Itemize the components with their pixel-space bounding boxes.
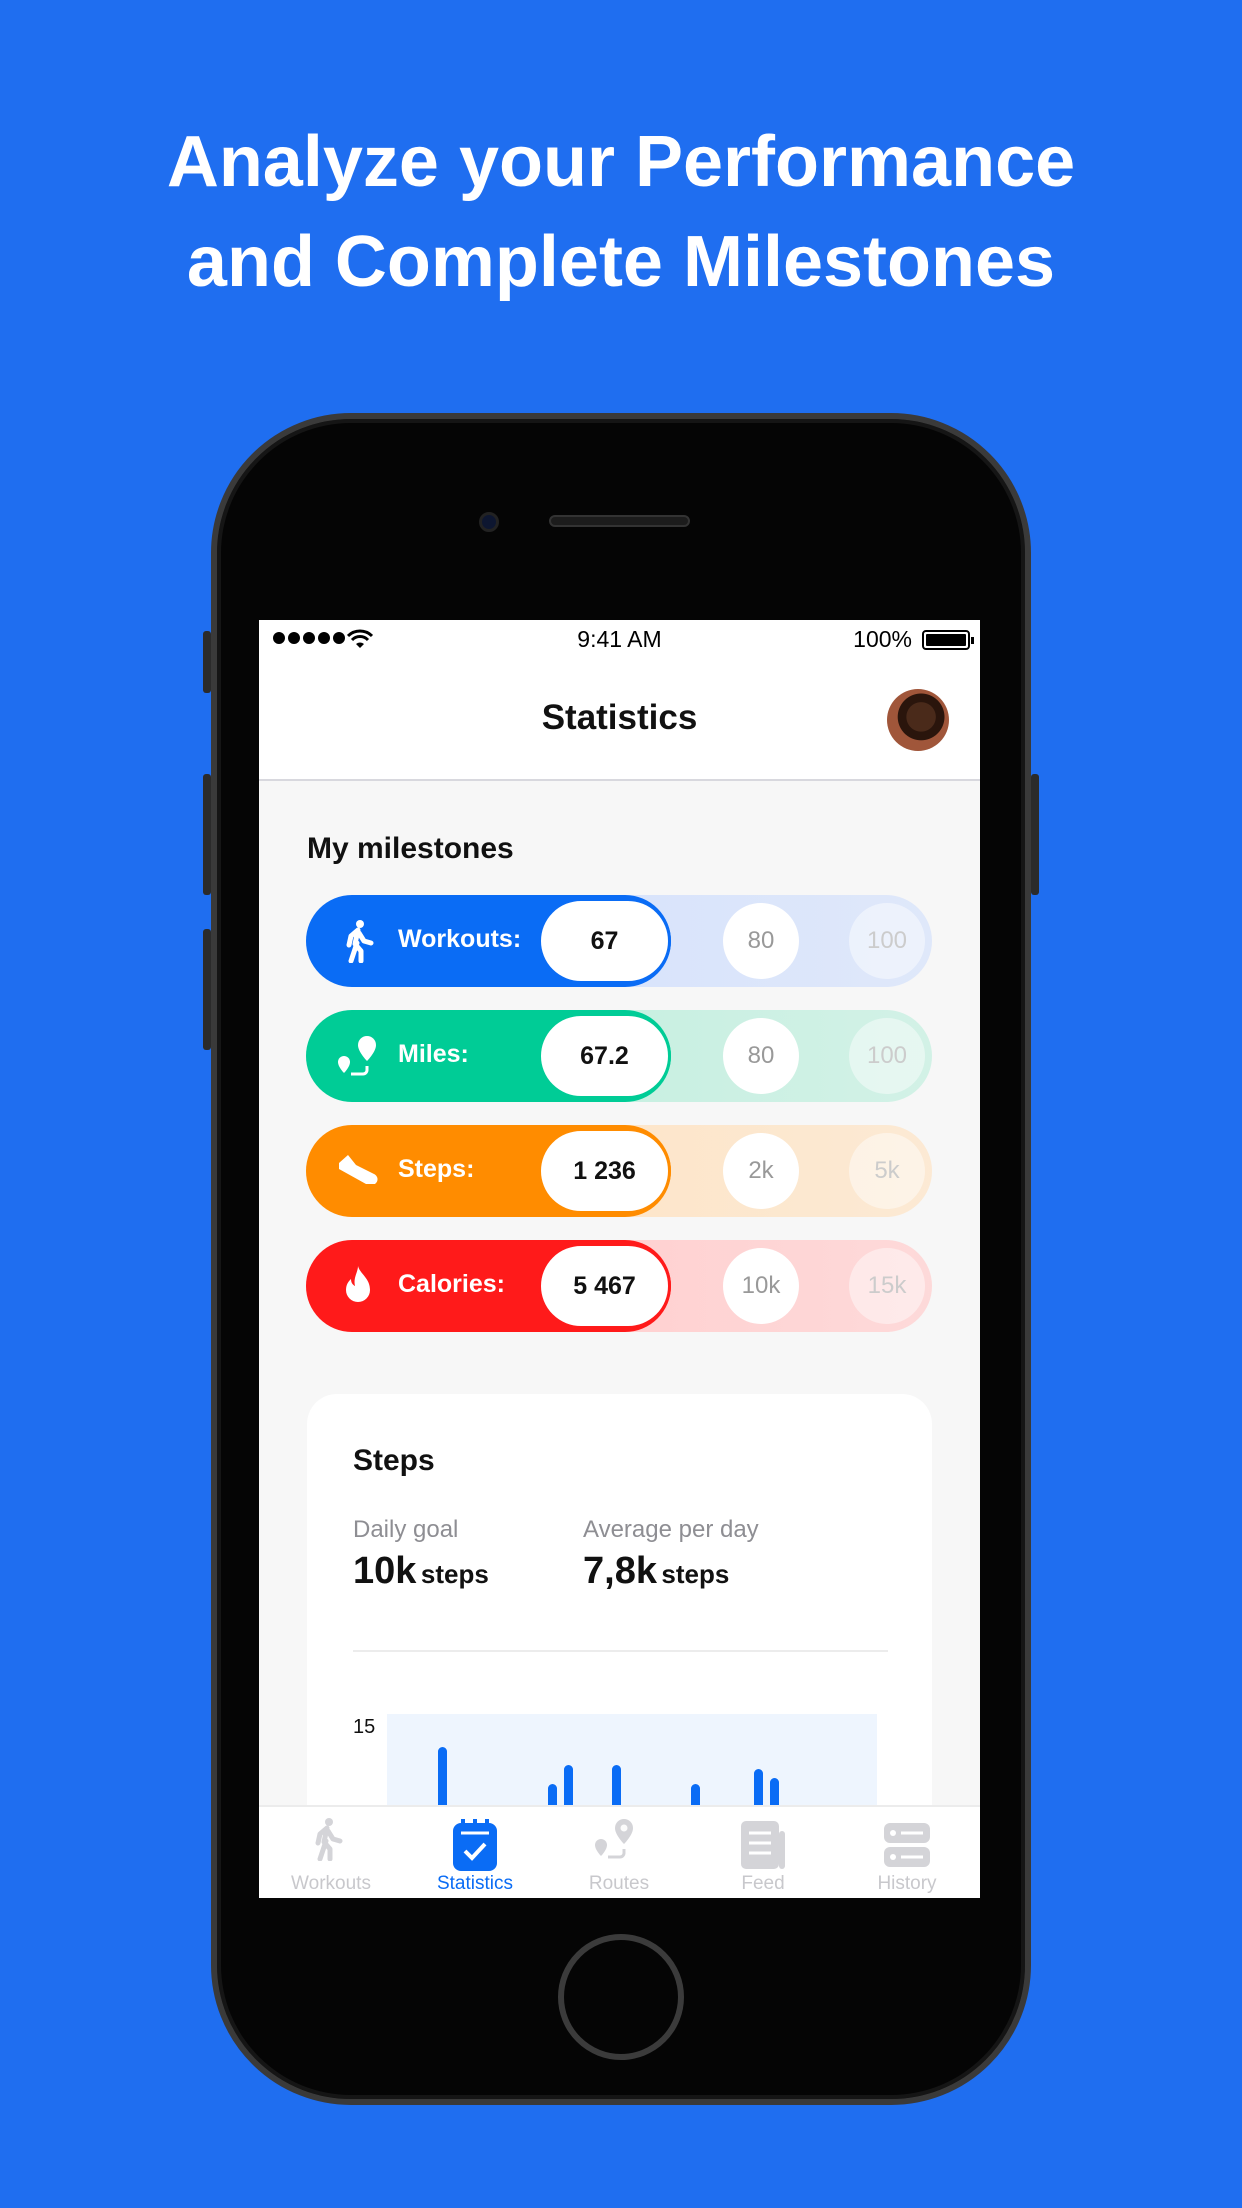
- volume-up-button: [203, 774, 211, 895]
- tab-label: History: [877, 1873, 937, 1894]
- mute-switch: [203, 631, 211, 693]
- app-screen: 9:41 AM 100% Statistics My milestones Wo…: [259, 620, 980, 1898]
- daily-goal-unit: steps: [420, 1559, 489, 1589]
- milestone-label: Steps:: [398, 1155, 475, 1183]
- promo-headline: Analyze your Performance and Complete Mi…: [0, 112, 1242, 312]
- volume-down-button: [203, 929, 211, 1050]
- headline-line-1: Analyze your Performance: [166, 122, 1076, 202]
- milestone-next-target: 80: [723, 903, 799, 979]
- divider: [353, 1650, 888, 1652]
- milestone-goal-target: 15k: [849, 1248, 925, 1324]
- tab-workouts[interactable]: Workouts: [259, 1807, 403, 1898]
- avatar[interactable]: [887, 689, 949, 751]
- milestone-current-value: 67.2: [538, 1013, 671, 1099]
- milestone-goal-target: 100: [849, 903, 925, 979]
- headline-line-2: and Complete Milestones: [186, 222, 1056, 302]
- average-unit: steps: [661, 1559, 730, 1589]
- average-value: 7,8k steps: [583, 1550, 729, 1593]
- milestone-next-target: 80: [723, 1018, 799, 1094]
- daily-goal-value: 10k steps: [353, 1550, 489, 1593]
- milestone-row[interactable]: Miles: 67.2 80 100: [306, 1010, 932, 1102]
- average-label: Average per day: [583, 1516, 759, 1543]
- daily-goal-label: Daily goal: [353, 1516, 459, 1543]
- home-button[interactable]: [558, 1934, 684, 2060]
- tab-label: Statistics: [436, 1873, 514, 1894]
- front-camera: [479, 512, 499, 532]
- milestone-row[interactable]: Calories: 5 467 10k 15k: [306, 1240, 932, 1332]
- milestone-next-target: 2k: [723, 1133, 799, 1209]
- status-bar: 9:41 AM 100%: [259, 620, 980, 660]
- battery-percent: 100%: [853, 626, 912, 652]
- power-button: [1031, 774, 1039, 895]
- walking-icon: [336, 919, 380, 964]
- tab-label: Feed: [741, 1873, 785, 1894]
- milestone-row[interactable]: Steps: 1 236 2k 5k: [306, 1125, 932, 1217]
- earpiece-speaker: [549, 515, 690, 527]
- battery-icon: [922, 630, 974, 650]
- steps-card-title: Steps: [353, 1444, 435, 1477]
- tab-label: Routes: [588, 1873, 650, 1894]
- milestone-current-value: 1 236: [538, 1128, 671, 1214]
- daily-goal-number: 10k: [353, 1550, 417, 1592]
- tab-history[interactable]: History: [835, 1807, 979, 1898]
- milestone-label: Workouts:: [398, 925, 522, 953]
- tab-routes[interactable]: Routes: [547, 1807, 691, 1898]
- milestone-goal-target: 100: [849, 1018, 925, 1094]
- milestones-title: My milestones: [307, 832, 514, 865]
- y-tick-label: 15: [353, 1716, 376, 1738]
- page-title: Statistics: [541, 698, 698, 737]
- sneaker-icon: [336, 1149, 380, 1193]
- flame-icon: [336, 1264, 380, 1308]
- milestone-goal-target: 5k: [849, 1133, 925, 1209]
- milestone-row[interactable]: Workouts: 67 80 100: [306, 895, 932, 987]
- nav-bar: Statistics: [259, 660, 980, 781]
- milestone-label: Miles:: [398, 1040, 469, 1068]
- milestone-label: Calories:: [398, 1270, 505, 1298]
- tab-statistics[interactable]: Statistics: [403, 1807, 547, 1898]
- milestone-current-value: 67: [538, 898, 671, 984]
- milestone-current-value: 5 467: [538, 1243, 671, 1329]
- milestone-next-target: 10k: [723, 1248, 799, 1324]
- tab-label: Workouts: [291, 1873, 371, 1894]
- average-number: 7,8k: [583, 1550, 657, 1592]
- tab-feed[interactable]: Feed: [691, 1807, 835, 1898]
- tab-bar: Workouts Statistics Routes Feed History: [259, 1805, 980, 1898]
- route-icon: [336, 1034, 380, 1078]
